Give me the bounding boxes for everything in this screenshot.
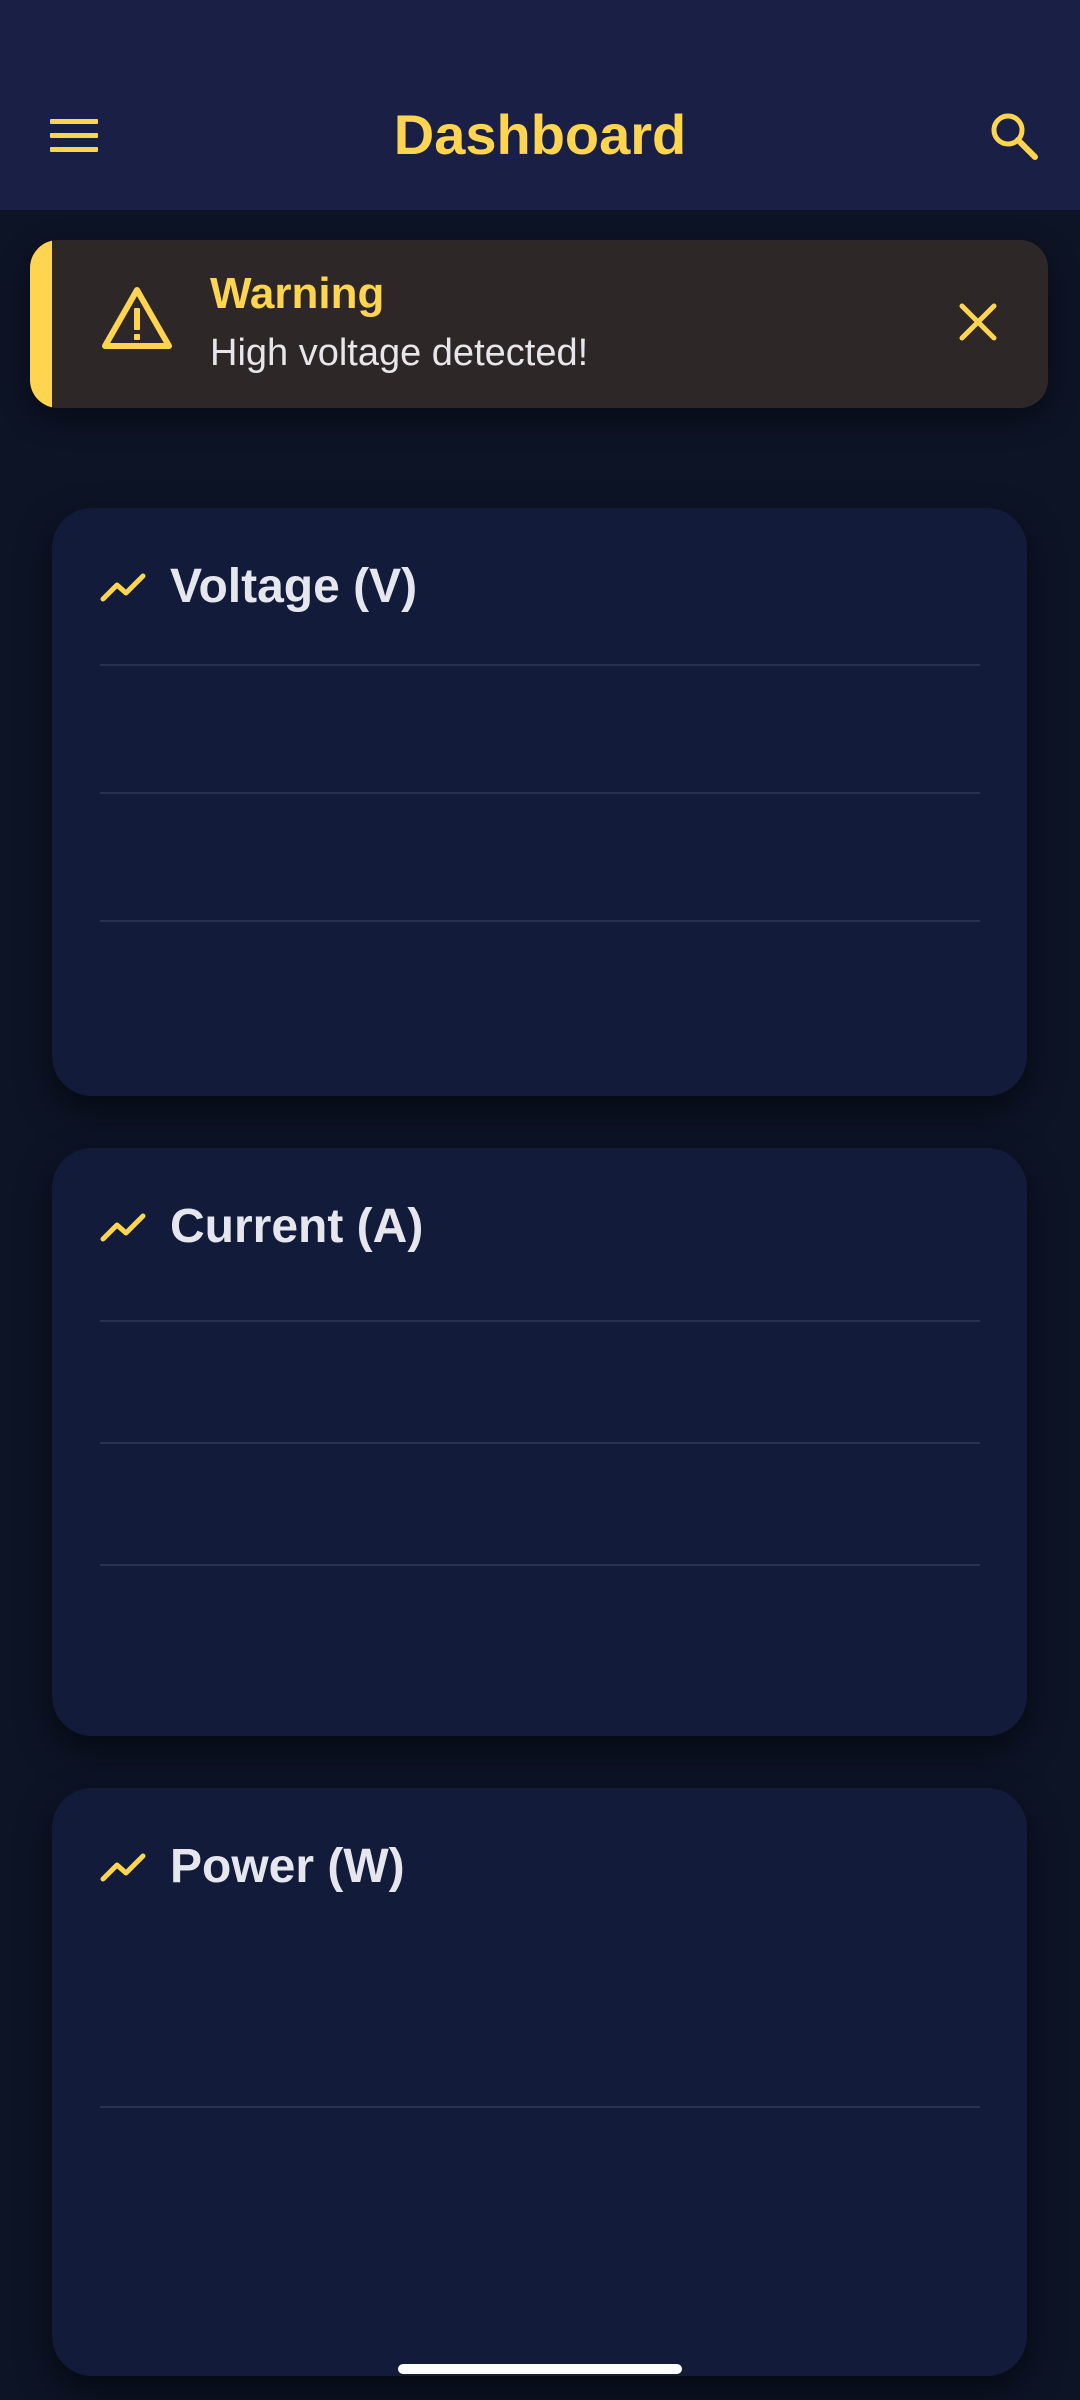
current-chart-card: Current (A) xyxy=(52,1148,1027,1736)
alert-close-button[interactable] xyxy=(946,290,1010,354)
alert-accent-bar xyxy=(30,240,52,408)
card-header: Voltage (V) xyxy=(100,552,417,622)
card-header: Power (W) xyxy=(100,1832,405,1902)
search-button[interactable] xyxy=(982,104,1046,168)
alert-title: Warning xyxy=(210,269,385,318)
chart-grid-line xyxy=(100,1442,980,1444)
power-chart-card: Power (W) xyxy=(52,1788,1027,2376)
page-title: Dashboard xyxy=(393,103,687,166)
card-title: Current (A) xyxy=(170,1200,424,1253)
chart-grid-line xyxy=(100,1320,980,1322)
card-header: Current (A) xyxy=(100,1192,423,1262)
trending-up-icon xyxy=(100,1853,146,1882)
trending-up-icon xyxy=(100,573,146,602)
chart-grid-line xyxy=(100,792,980,794)
home-indicator[interactable] xyxy=(398,2364,682,2374)
search-icon xyxy=(991,113,1038,160)
close-icon xyxy=(959,303,997,341)
warning-triangle-icon xyxy=(102,287,172,349)
chart-grid-line xyxy=(100,664,980,666)
warning-alert: Warning High voltage detected! xyxy=(30,240,1048,408)
chart-grid-line xyxy=(100,2106,980,2108)
app-bar: Dashboard xyxy=(0,0,1080,210)
trending-up-icon xyxy=(100,1213,146,1242)
chart-grid-line xyxy=(100,1564,980,1566)
voltage-chart-card: Voltage (V) xyxy=(52,508,1027,1096)
chart-grid-line xyxy=(100,920,980,922)
alert-message: High voltage detected! xyxy=(210,332,589,374)
card-title: Voltage (V) xyxy=(170,560,418,613)
card-title: Power (W) xyxy=(170,1840,405,1893)
